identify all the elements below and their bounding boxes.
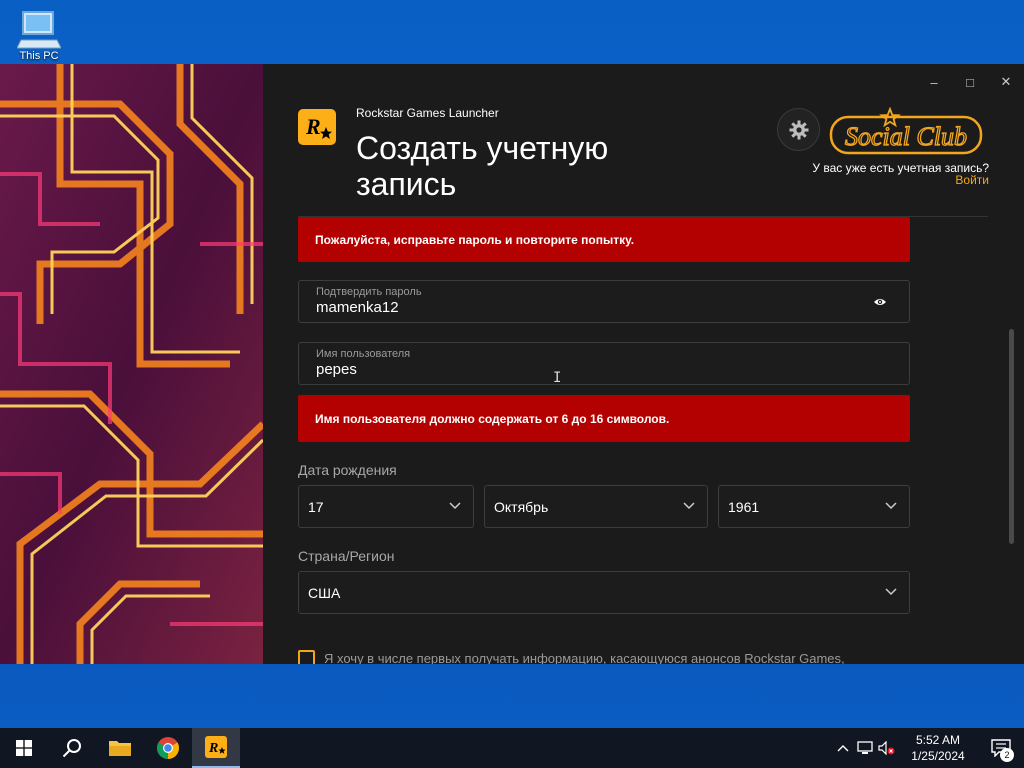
newsletter-checkbox[interactable] xyxy=(298,650,315,664)
eye-icon[interactable] xyxy=(873,297,887,307)
country-label: Страна/Регион xyxy=(298,548,395,564)
rockstar-launcher-taskbar-button[interactable]: R xyxy=(192,728,240,768)
svg-text:R: R xyxy=(305,114,321,139)
rockstar-icon: R xyxy=(205,736,227,758)
scrollbar[interactable] xyxy=(1009,329,1014,544)
desktop-icon-this-pc[interactable]: This PC xyxy=(14,8,64,64)
birth-day-value: 17 xyxy=(308,499,324,515)
volume-muted-icon[interactable] xyxy=(876,741,898,755)
social-club-logo: Social Club xyxy=(828,106,984,157)
windows-icon xyxy=(16,740,32,756)
birth-year-value: 1961 xyxy=(728,499,760,515)
password-error-text: Пожалуйста, исправьте пароль и повторите… xyxy=(315,232,635,247)
settings-button[interactable] xyxy=(777,108,820,151)
neon-artwork xyxy=(0,64,263,664)
launcher-window: – □ ✕ R Rockstar Games Launcher Создать … xyxy=(0,64,1024,664)
text-cursor-icon: I xyxy=(553,370,562,386)
gear-icon xyxy=(789,120,808,139)
notification-button[interactable]: 2 xyxy=(978,728,1024,768)
confirm-password-field[interactable]: Подтвердить пароль mamenka12 xyxy=(298,280,910,323)
clock-time: 5:52 AM xyxy=(915,733,961,747)
country-value: США xyxy=(308,585,341,601)
username-label: Имя пользователя xyxy=(316,348,411,360)
signup-form: Пожалуйста, исправьте пароль и повторите… xyxy=(298,217,910,664)
confirm-password-label: Подтвердить пароль xyxy=(316,286,422,298)
username-value: pepes xyxy=(316,361,357,378)
computer-icon xyxy=(17,11,61,49)
confirm-password-value: mamenka12 xyxy=(316,299,399,316)
chrome-button[interactable] xyxy=(144,728,192,768)
minimize-button[interactable]: – xyxy=(916,70,952,94)
login-link[interactable]: Войти xyxy=(955,173,989,187)
username-error-message: Имя пользователя должно содержать от 6 д… xyxy=(298,395,910,442)
birth-day-select[interactable]: 17 xyxy=(298,485,474,528)
country-select[interactable]: США xyxy=(298,571,910,614)
clock-date: 1/25/2024 xyxy=(911,749,965,763)
svg-text:R: R xyxy=(208,741,218,756)
clock[interactable]: 5:52 AM 1/25/2024 xyxy=(898,732,978,764)
search-icon xyxy=(62,739,81,758)
chevron-down-icon xyxy=(683,502,695,510)
taskbar: R 5:52 AM 1/25/2024 2 xyxy=(0,728,1024,768)
birth-date-label: Дата рождения xyxy=(298,462,397,478)
start-button[interactable] xyxy=(0,728,48,768)
chevron-down-icon xyxy=(449,502,461,510)
system-tray: 5:52 AM 1/25/2024 2 xyxy=(832,728,1024,768)
chevron-up-icon[interactable] xyxy=(832,744,854,752)
signup-panel: – □ ✕ R Rockstar Games Launcher Создать … xyxy=(263,64,1024,664)
chrome-icon xyxy=(157,737,179,759)
password-error-message: Пожалуйста, исправьте пароль и повторите… xyxy=(298,217,910,262)
folder-icon xyxy=(109,741,131,756)
chevron-down-icon xyxy=(885,502,897,510)
birth-month-value: Октябрь xyxy=(494,499,549,515)
notification-count-badge: 2 xyxy=(1000,748,1014,762)
network-icon[interactable] xyxy=(854,741,876,755)
svg-text:Social Club: Social Club xyxy=(845,122,967,151)
chevron-down-icon xyxy=(885,588,897,596)
app-name: Rockstar Games Launcher xyxy=(356,106,499,120)
username-field[interactable]: Имя пользователя pepes xyxy=(298,342,910,385)
close-button[interactable]: ✕ xyxy=(988,70,1024,94)
page-title: Создать учетную запись xyxy=(356,130,609,202)
search-button[interactable] xyxy=(48,728,96,768)
rockstar-logo-icon: R xyxy=(298,109,336,145)
birth-year-select[interactable]: 1961 xyxy=(718,485,910,528)
birth-month-select[interactable]: Октябрь xyxy=(484,485,708,528)
newsletter-label: Я хочу в числе первых получать информаци… xyxy=(324,651,845,664)
window-controls: – □ ✕ xyxy=(916,70,1024,94)
username-error-text: Имя пользователя должно содержать от 6 д… xyxy=(315,411,670,426)
desktop-icon-label: This PC xyxy=(19,50,59,62)
file-explorer-button[interactable] xyxy=(96,728,144,768)
maximize-button[interactable]: □ xyxy=(952,70,988,94)
